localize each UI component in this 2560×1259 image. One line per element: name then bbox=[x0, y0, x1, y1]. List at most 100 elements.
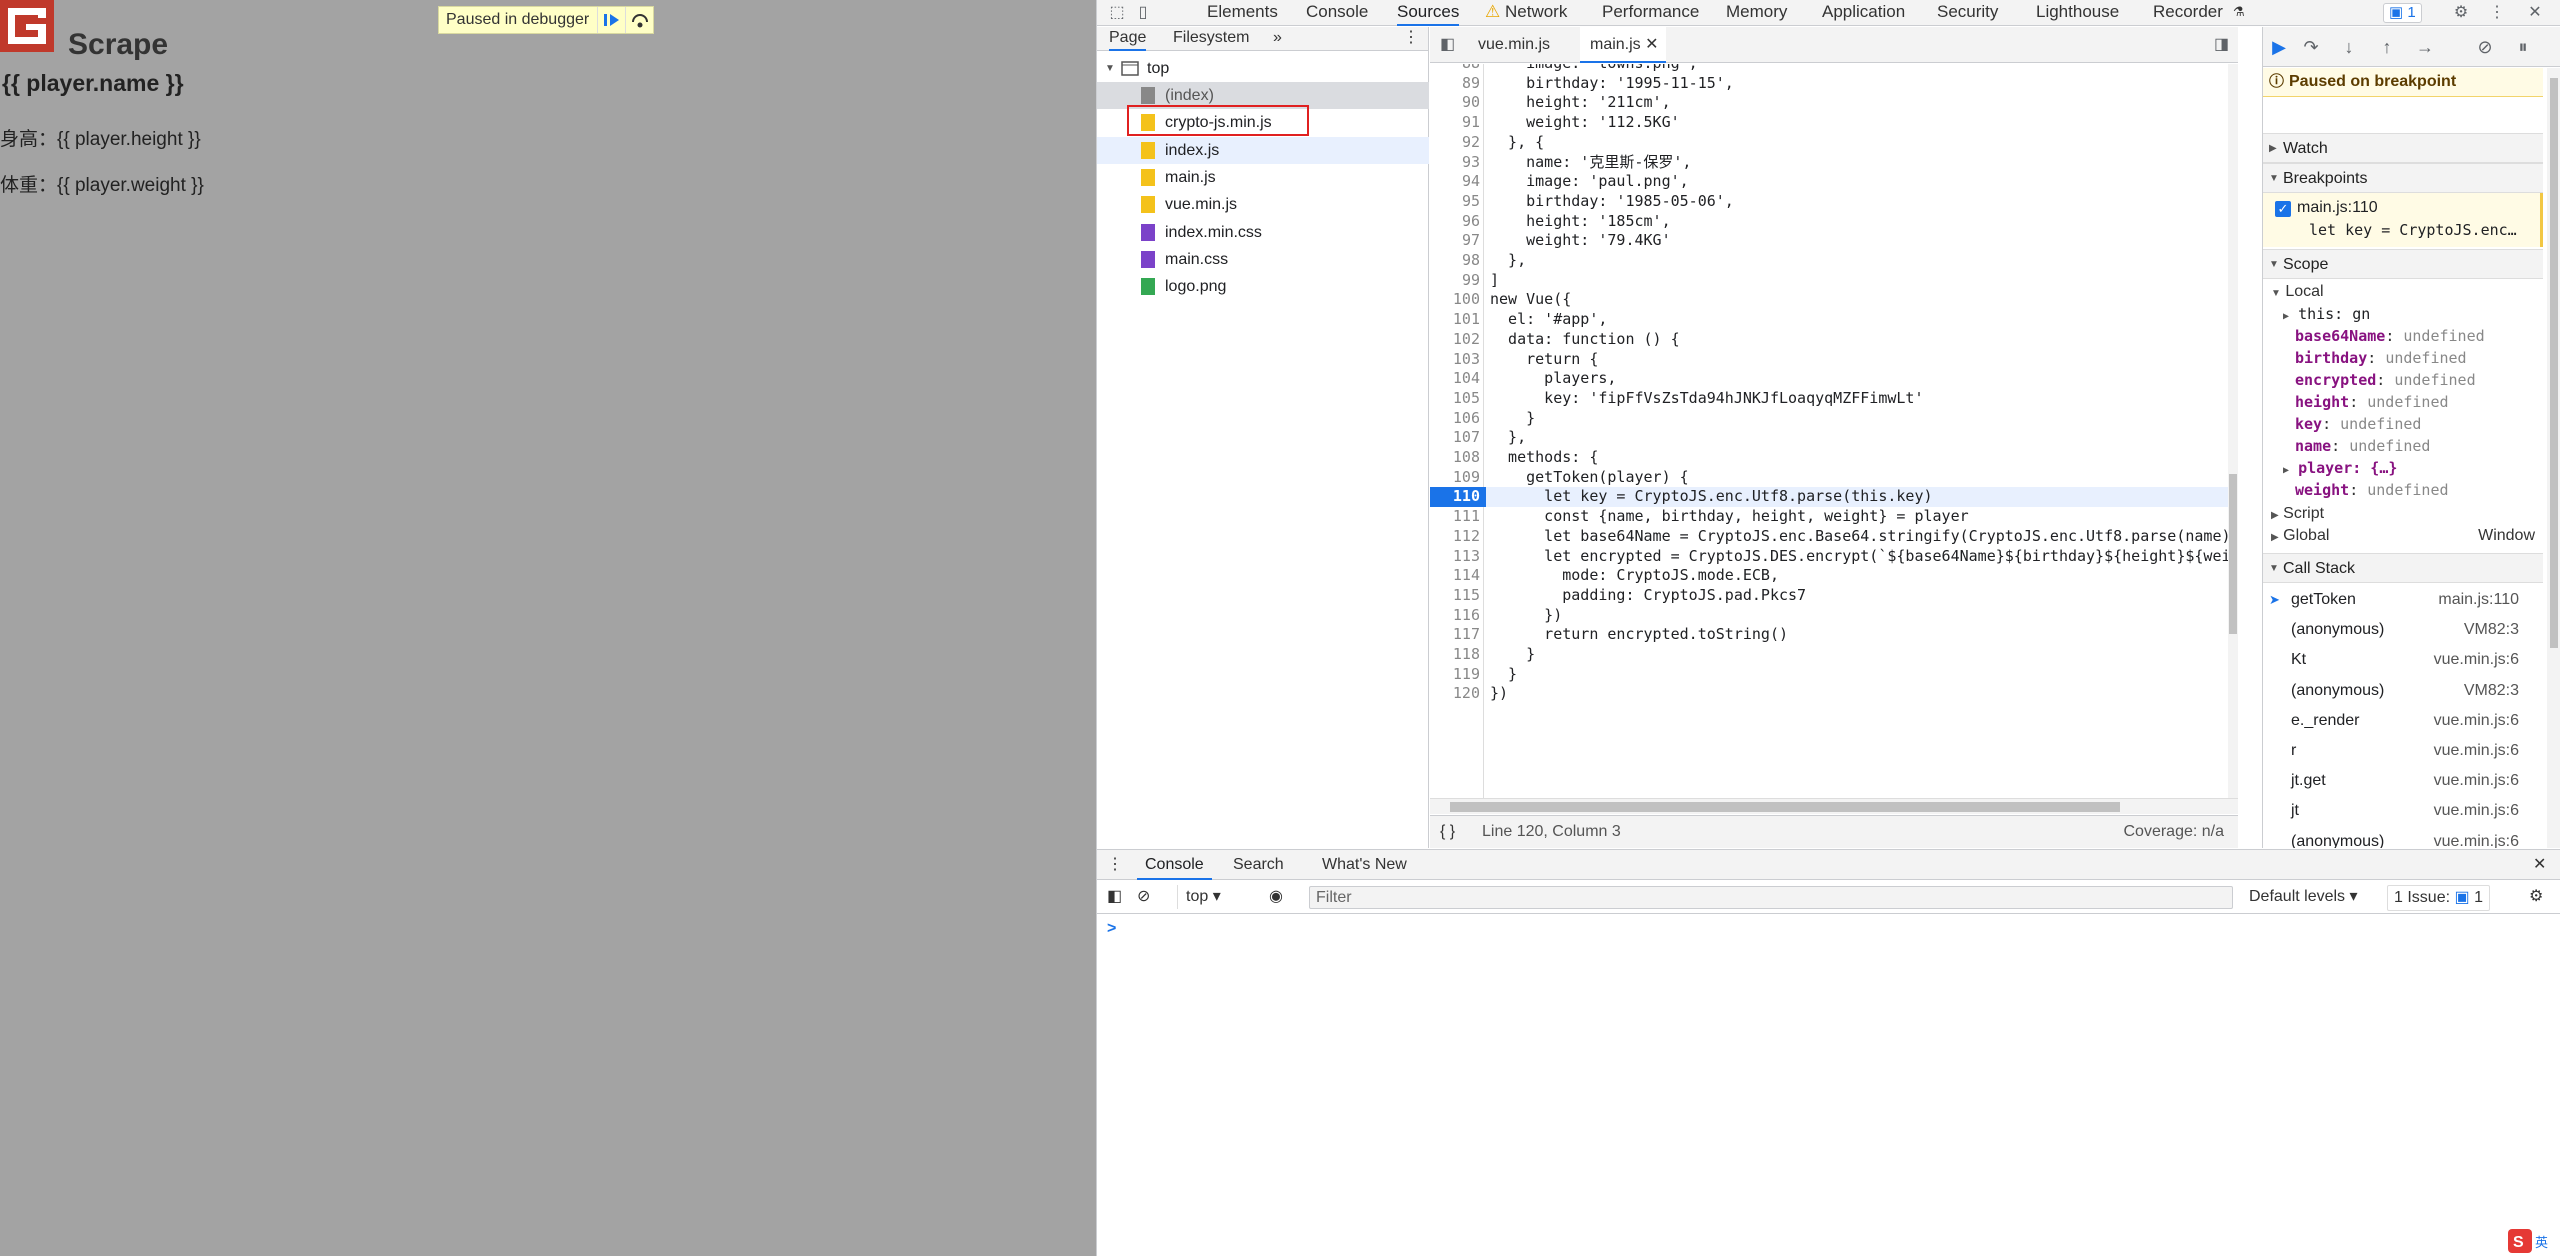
tab-filesystem[interactable]: Filesystem bbox=[1173, 27, 1249, 51]
scrollbar-thumb[interactable] bbox=[2229, 474, 2237, 634]
line-number[interactable]: 94 bbox=[1430, 172, 1482, 192]
code-line[interactable]: 108 methods: { bbox=[1430, 448, 2238, 468]
scope-this[interactable]: ▶ this: gn bbox=[2263, 303, 2543, 325]
call-frame[interactable]: (anonymous) VM82:3 bbox=[2263, 676, 2543, 706]
toggle-debugger-icon[interactable]: ◨ bbox=[2214, 27, 2229, 63]
call-frame-location[interactable]: VM82:3 bbox=[2464, 615, 2519, 645]
call-frame[interactable]: (anonymous) VM82:3 bbox=[2263, 615, 2543, 645]
vertical-scrollbar[interactable] bbox=[2228, 64, 2238, 798]
breakpoint-checkbox[interactable]: ✓ bbox=[2275, 201, 2291, 217]
section-breakpoints[interactable]: ▼ Breakpoints bbox=[2263, 163, 2543, 193]
line-number[interactable]: 104 bbox=[1430, 369, 1482, 389]
file-index-min-css[interactable]: index.min.css bbox=[1097, 219, 1429, 246]
resume-icon[interactable] bbox=[597, 7, 625, 33]
tab-page[interactable]: Page bbox=[1109, 27, 1147, 51]
line-number[interactable]: 113 bbox=[1430, 547, 1482, 567]
code-line[interactable]: 93 name: '克里斯-保罗', bbox=[1430, 153, 2238, 173]
step-over-icon[interactable] bbox=[625, 7, 653, 33]
toggle-navigator-icon[interactable]: ◧ bbox=[1440, 27, 1455, 63]
code-editor[interactable]: 88 image: 'towns.png',89 birthday: '1995… bbox=[1430, 64, 2238, 798]
drawer-tab-whats-new[interactable]: What's New bbox=[1322, 850, 1407, 880]
log-levels-dropdown[interactable]: Default levels ▾ bbox=[2249, 885, 2358, 909]
drawer-tab-console[interactable]: Console bbox=[1137, 850, 1212, 880]
file-vue-min-js[interactable]: vue.min.js bbox=[1097, 191, 1429, 218]
editor-tab-vue-min-js[interactable]: vue.min.js bbox=[1478, 27, 1550, 63]
drawer-tab-search[interactable]: Search bbox=[1233, 850, 1284, 880]
line-number[interactable]: 111 bbox=[1430, 507, 1482, 527]
code-line-breakpoint[interactable]: 110 let key = CryptoJS.enc.Utf8.parse(th… bbox=[1430, 487, 2238, 508]
inspect-element-icon[interactable]: ⬚ bbox=[1107, 3, 1127, 23]
section-watch[interactable]: ▶ Watch bbox=[2263, 133, 2543, 163]
scope-script[interactable]: ▶ Script bbox=[2263, 503, 2543, 525]
code-line[interactable]: 111 const {name, birthday, height, weigh… bbox=[1430, 507, 2238, 527]
line-number[interactable]: 92 bbox=[1430, 133, 1482, 153]
code-line[interactable]: 116 }) bbox=[1430, 606, 2238, 626]
code-line[interactable]: 118 } bbox=[1430, 645, 2238, 665]
code-line[interactable]: 102 data: function () { bbox=[1430, 330, 2238, 350]
scrollbar-thumb[interactable] bbox=[1450, 802, 2120, 812]
call-frame-location[interactable]: VM82:3 bbox=[2464, 676, 2519, 706]
line-number[interactable]: 117 bbox=[1430, 625, 1482, 645]
code-line[interactable]: 105 key: 'fipFfVsZsTda94hJNKJfLoaqyqMZFF… bbox=[1430, 389, 2238, 409]
breakpoint-item[interactable]: ✓ main.js:110 let key = CryptoJS.enc… bbox=[2263, 193, 2543, 247]
call-frame-location[interactable]: main.js:110 bbox=[2438, 585, 2519, 615]
code-line[interactable]: 117 return encrypted.toString() bbox=[1430, 625, 2238, 645]
clear-console-icon[interactable]: ⊘ bbox=[1137, 885, 1150, 909]
tab-memory[interactable]: Memory bbox=[1726, 0, 1787, 26]
drawer-menu-icon[interactable]: ⋮ bbox=[1107, 850, 1123, 880]
call-frame-location[interactable]: vue.min.js:6 bbox=[2434, 827, 2519, 848]
line-number[interactable]: 99 bbox=[1430, 271, 1482, 291]
sidebar-scrollbar[interactable] bbox=[2547, 68, 2560, 848]
call-frame-location[interactable]: vue.min.js:6 bbox=[2434, 736, 2519, 766]
code-line[interactable]: 112 let base64Name = CryptoJS.enc.Base64… bbox=[1430, 527, 2238, 547]
code-line[interactable]: 114 mode: CryptoJS.mode.ECB, bbox=[1430, 566, 2238, 586]
code-line[interactable]: 119 } bbox=[1430, 665, 2238, 685]
tab-sources[interactable]: Sources bbox=[1397, 0, 1460, 26]
line-number[interactable]: 107 bbox=[1430, 428, 1482, 448]
device-toolbar-icon[interactable]: ▯ bbox=[1133, 3, 1153, 23]
file-main-js[interactable]: main.js bbox=[1097, 164, 1429, 191]
call-frame[interactable]: ➤ getToken main.js:110 bbox=[2263, 585, 2543, 615]
sidebar-toggle-icon[interactable]: ◧ bbox=[1107, 885, 1122, 909]
tab-network[interactable]: ⚠ Network bbox=[1485, 0, 1567, 26]
code-line[interactable]: 89 birthday: '1995-11-15', bbox=[1430, 74, 2238, 94]
line-number[interactable]: 100 bbox=[1430, 290, 1482, 310]
code-line[interactable]: 120}) bbox=[1430, 684, 2238, 704]
console-prompt[interactable]: > bbox=[1107, 920, 1116, 938]
line-number[interactable]: 89 bbox=[1430, 74, 1482, 94]
close-devtools-icon[interactable]: ✕ bbox=[2525, 3, 2545, 23]
step-icon[interactable]: → bbox=[2413, 35, 2437, 59]
call-frame[interactable]: (anonymous) vue.min.js:6 bbox=[2263, 827, 2543, 848]
call-frame-location[interactable]: vue.min.js:6 bbox=[2434, 645, 2519, 675]
call-frame[interactable]: jt vue.min.js:6 bbox=[2263, 796, 2543, 826]
issues-badge[interactable]: ▣ 1 bbox=[2383, 3, 2422, 23]
settings-gear-icon[interactable]: ⚙ bbox=[2451, 3, 2471, 23]
line-number[interactable]: 115 bbox=[1430, 586, 1482, 606]
code-line[interactable]: 103 return { bbox=[1430, 350, 2238, 370]
console-settings-gear-icon[interactable]: ⚙ bbox=[2529, 885, 2543, 909]
tab-lighthouse[interactable]: Lighthouse bbox=[2036, 0, 2119, 26]
pause-on-exceptions-icon[interactable]: ⏸ bbox=[2511, 35, 2535, 59]
close-drawer-icon[interactable]: ✕ bbox=[2533, 850, 2546, 880]
line-number[interactable]: 110 bbox=[1430, 487, 1486, 508]
code-line[interactable]: 90 height: '211cm', bbox=[1430, 93, 2238, 113]
call-frame-location[interactable]: vue.min.js:6 bbox=[2434, 706, 2519, 736]
code-line[interactable]: 99] bbox=[1430, 271, 2238, 291]
section-call-stack[interactable]: ▼ Call Stack bbox=[2263, 553, 2543, 583]
code-line[interactable]: 115 padding: CryptoJS.pad.Pkcs7 bbox=[1430, 586, 2238, 606]
file-main-css[interactable]: main.css bbox=[1097, 246, 1429, 273]
line-number[interactable]: 118 bbox=[1430, 645, 1482, 665]
line-number[interactable]: 102 bbox=[1430, 330, 1482, 350]
file-index-js[interactable]: index.js bbox=[1097, 137, 1429, 164]
horizontal-scrollbar[interactable] bbox=[1430, 798, 2238, 814]
scope-player[interactable]: ▶ player: {…} bbox=[2263, 457, 2543, 479]
line-number[interactable]: 106 bbox=[1430, 409, 1482, 429]
file-logo-png[interactable]: logo.png bbox=[1097, 273, 1429, 300]
line-number[interactable]: 105 bbox=[1430, 389, 1482, 409]
file-crypto-js[interactable]: crypto-js.min.js bbox=[1097, 105, 1429, 136]
line-number[interactable]: 98 bbox=[1430, 251, 1482, 271]
step-out-icon[interactable]: ↑ bbox=[2375, 35, 2399, 59]
code-line[interactable]: 92 }, { bbox=[1430, 133, 2238, 153]
call-frame[interactable]: jt.get vue.min.js:6 bbox=[2263, 766, 2543, 796]
code-line[interactable]: 104 players, bbox=[1430, 369, 2238, 389]
